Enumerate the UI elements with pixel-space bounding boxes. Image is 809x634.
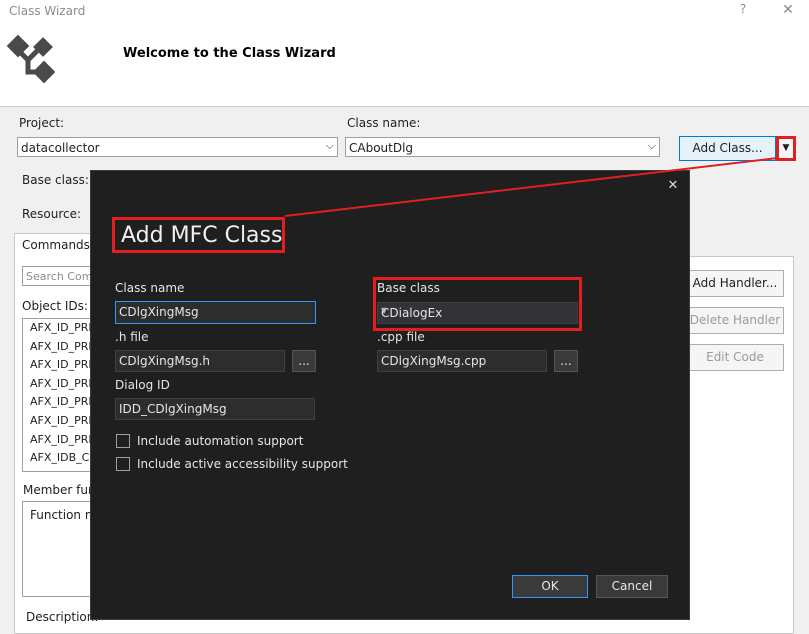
project-value: datacollector — [21, 141, 100, 155]
add-class-dropdown-button[interactable]: ▼ — [776, 136, 796, 161]
automation-label: Include automation support — [137, 434, 304, 448]
h-file-input[interactable]: CDlgXingMsg.h — [115, 350, 285, 372]
dialog-title: Add MFC Class — [121, 223, 283, 248]
tab-commands-label: Commands — [22, 238, 90, 252]
edit-code-button[interactable]: Edit Code — [686, 344, 784, 371]
window-close-button[interactable]: ✕ — [780, 2, 796, 20]
help-button[interactable]: ? — [736, 2, 750, 20]
dialog-close-icon[interactable]: ✕ — [666, 178, 680, 193]
add-handler-button[interactable]: Add Handler... — [686, 270, 784, 297]
class-name-input-value: CDlgXingMsg — [119, 305, 199, 319]
cancel-button[interactable]: Cancel — [596, 575, 668, 598]
cpp-file-label: .cpp file — [377, 330, 425, 344]
resource-label: Resource: — [22, 207, 82, 221]
wizard-header — [0, 24, 809, 107]
member-functions-label: Member fun — [23, 483, 96, 497]
project-label: Project: — [19, 116, 65, 130]
class-name-input[interactable]: CDlgXingMsg — [115, 301, 316, 324]
search-placeholder: Search Com — [26, 270, 93, 283]
h-file-value: CDlgXingMsg.h — [119, 354, 210, 368]
title-bar — [0, 0, 809, 24]
automation-checkbox[interactable] — [116, 434, 130, 448]
object-ids-label: Object IDs: — [22, 299, 88, 313]
cpp-file-value: CDlgXingMsg.cpp — [381, 354, 487, 368]
accessibility-checkbox[interactable] — [116, 457, 130, 471]
header-title: Welcome to the Class Wizard — [123, 46, 336, 61]
class-wizard-icon — [6, 34, 56, 84]
h-file-label: .h file — [115, 330, 149, 344]
base-class-combo[interactable]: CDialogEx ▼ — [377, 302, 578, 324]
dialog-id-label: Dialog ID — [115, 378, 170, 392]
dialog-class-name-label: Class name — [115, 281, 185, 295]
chevron-down-icon: ⌵ — [647, 139, 656, 152]
delete-handler-button[interactable]: Delete Handler — [686, 307, 784, 334]
tab-commands[interactable]: Commands — [14, 233, 92, 257]
base-class-label: Base class: — [22, 173, 89, 187]
cpp-file-browse-button[interactable]: ... — [554, 350, 578, 372]
cpp-file-input[interactable]: CDlgXingMsg.cpp — [377, 350, 547, 372]
class-name-value: CAboutDlg — [349, 141, 414, 155]
dialog-id-input[interactable]: IDD_CDlgXingMsg — [115, 398, 315, 420]
class-name-combo[interactable]: CAboutDlg ⌵ — [345, 137, 660, 157]
add-class-button[interactable]: Add Class... — [679, 136, 776, 161]
chevron-down-icon: ▼ — [381, 306, 388, 315]
class-name-label: Class name: — [347, 116, 421, 130]
dialog-base-class-label: Base class — [377, 281, 440, 295]
chevron-down-icon: ⌵ — [325, 139, 334, 152]
description-label: Description: — [26, 610, 99, 624]
dialog-id-value: IDD_CDlgXingMsg — [119, 402, 227, 416]
ok-button[interactable]: OK — [512, 575, 588, 598]
h-file-browse-button[interactable]: ... — [292, 350, 316, 372]
window-title: Class Wizard — [9, 4, 86, 18]
accessibility-label: Include active accessibility support — [137, 457, 348, 471]
project-combo[interactable]: datacollector ⌵ — [17, 137, 338, 157]
